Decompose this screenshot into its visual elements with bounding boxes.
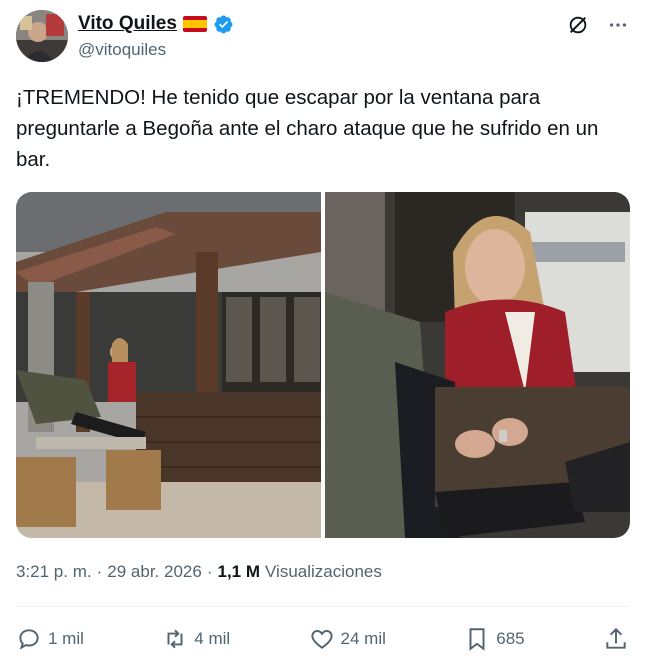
share-button[interactable] [603, 626, 629, 652]
tweet-header: Vito Quiles @vitoquiles [16, 10, 629, 66]
repost-count: 4 mil [194, 629, 231, 648]
tweet-meta: 3:21 p. m. · 29 abr. 2026 · 1,1 M Visual… [16, 562, 382, 582]
grok-icon[interactable] [567, 14, 589, 36]
tweet-date[interactable]: 29 abr. 2026 [107, 562, 202, 582]
reply-count: 1 mil [48, 629, 84, 648]
reply-button[interactable]: 1 mil [16, 626, 84, 652]
photo-1[interactable] [16, 192, 321, 538]
top-icons [567, 14, 629, 36]
bookmark-count: 685 [496, 629, 525, 648]
display-name[interactable]: Vito Quiles [78, 13, 177, 35]
action-bar: 1 mil 4 mil 24 mil 685 [16, 620, 629, 658]
divider [16, 606, 629, 607]
handle[interactable]: @vitoquiles [78, 40, 166, 60]
avatar[interactable] [16, 10, 68, 62]
meta-separator: · [96, 562, 103, 581]
like-count: 24 mil [340, 629, 386, 648]
name-row: Vito Quiles [78, 13, 234, 35]
repost-icon [167, 629, 183, 649]
bookmark-button[interactable]: 685 [464, 626, 525, 652]
more-options-icon[interactable] [607, 14, 629, 36]
repost-button[interactable]: 4 mil [162, 626, 230, 652]
views-label: Visualizaciones [265, 562, 382, 581]
reply-icon [19, 629, 39, 650]
views-count: 1,1 M [217, 562, 261, 581]
tweet-time[interactable]: 3:21 p. m. [16, 562, 92, 582]
spain-flag-icon [182, 16, 207, 32]
tweet-text: ¡TREMENDO! He tenido que escapar por la … [16, 86, 599, 171]
heart-icon [310, 630, 333, 649]
verified-badge-icon[interactable] [213, 14, 234, 35]
bookmark-icon [469, 628, 485, 651]
photo-2[interactable] [325, 192, 630, 538]
like-button[interactable]: 24 mil [309, 626, 386, 652]
media-grid [16, 192, 630, 538]
share-icon [606, 627, 626, 649]
meta-separator: · [206, 562, 213, 581]
